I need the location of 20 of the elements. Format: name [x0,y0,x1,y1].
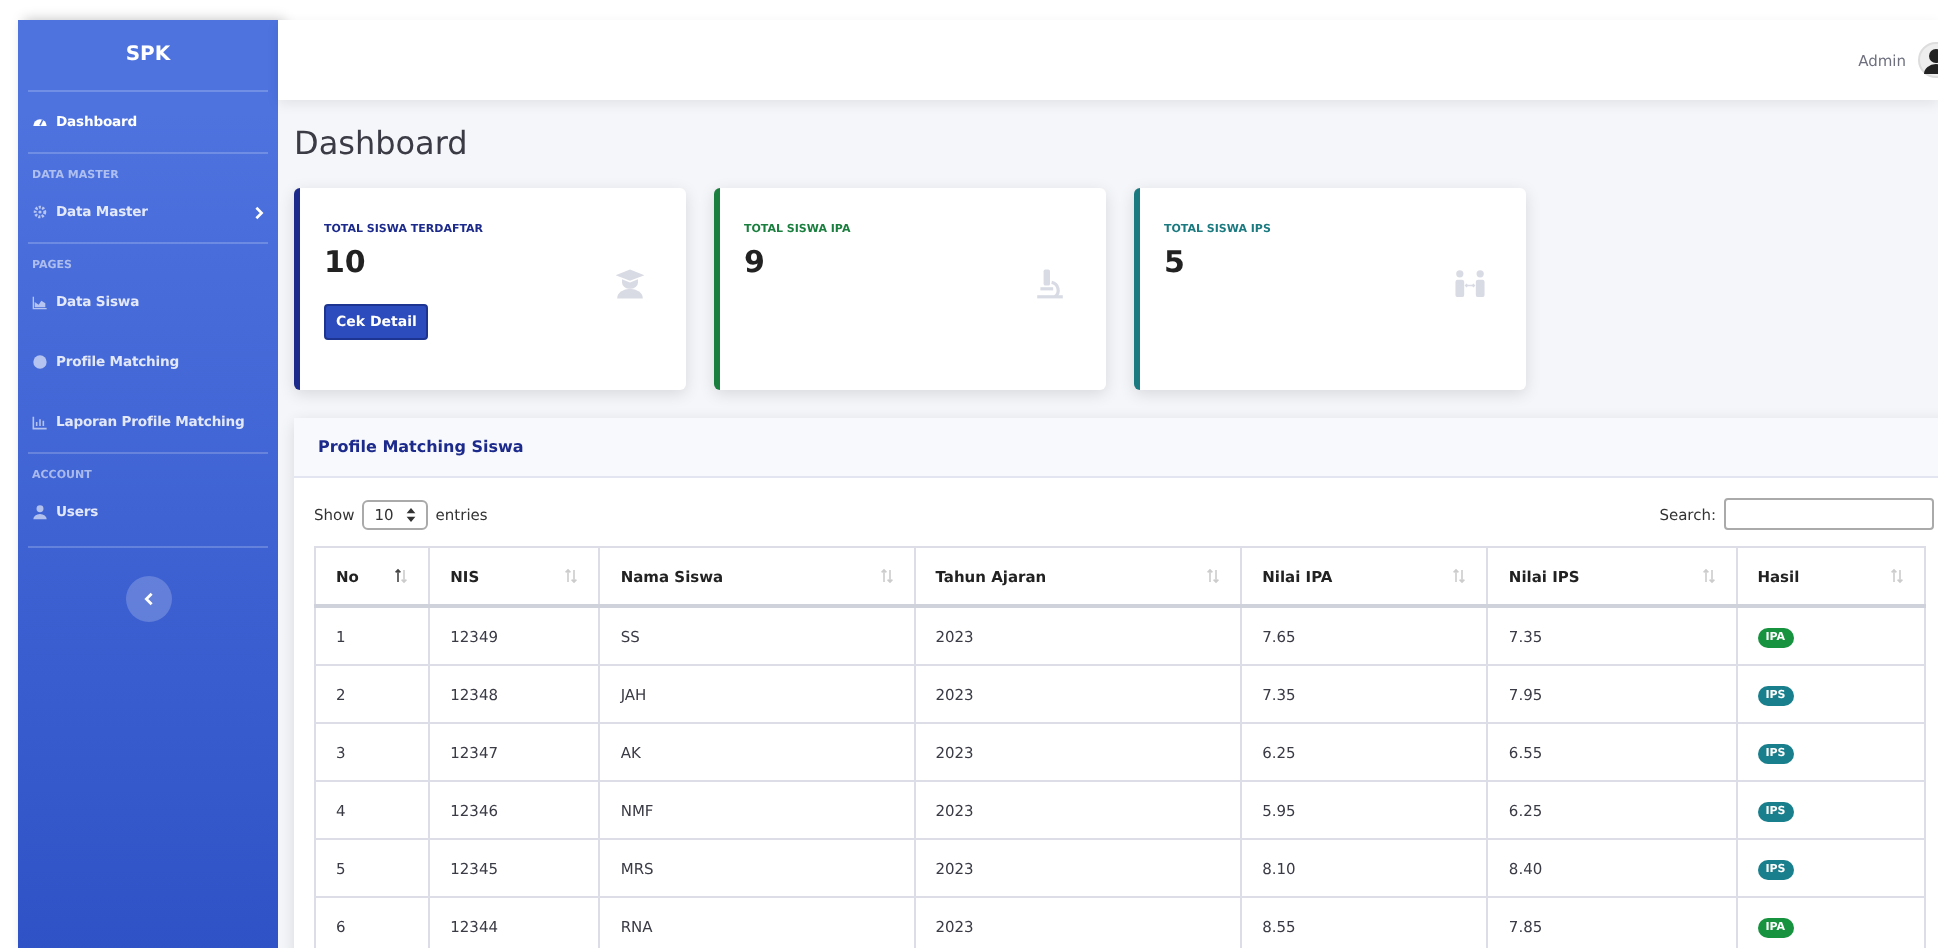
microscope-icon [1034,268,1066,300]
chevron-right-icon [254,205,264,219]
sort-arrows-icon [405,507,416,521]
stat-value: 10 [324,244,368,280]
gear-icon [32,204,48,220]
brand-title: SPK [125,44,171,66]
graduate-icon [614,268,646,300]
gauge-icon [32,114,48,130]
page-title: Dashboard [294,124,470,162]
stat-value: 5 [1164,244,1187,280]
area-chart-icon [32,294,48,310]
collapse-sidebar-button[interactable] [125,576,171,622]
bar-chart-icon [32,414,48,430]
circle-icon [32,354,48,370]
user-icon [32,504,48,520]
people-icon [1454,268,1486,300]
card-title: Profile Matching Siswa [318,438,524,456]
stat-value: 9 [744,244,767,280]
search-field[interactable] [1724,498,1934,530]
chevron-left-icon [143,592,153,606]
